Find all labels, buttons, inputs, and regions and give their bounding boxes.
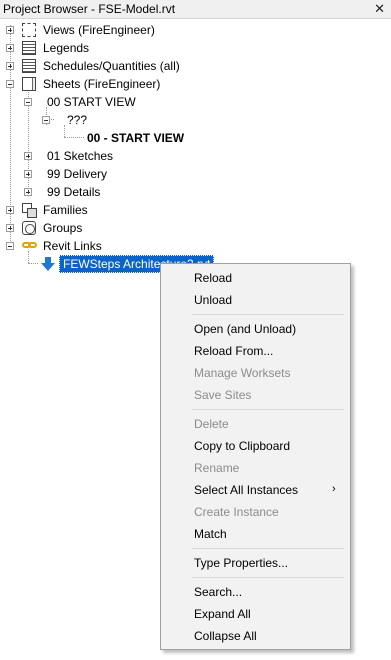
- menu-type-properties[interactable]: Type Properties...: [194, 553, 288, 573]
- tree-item-legends[interactable]: Legends: [0, 39, 200, 57]
- expand-icon[interactable]: [6, 26, 14, 34]
- tree-item-sketches[interactable]: 01 Sketches: [0, 147, 200, 165]
- groups-icon: [22, 221, 36, 235]
- tree-item-views[interactable]: Views (FireEngineer): [0, 21, 200, 39]
- menu-delete: Delete: [194, 417, 229, 431]
- tree-item-sheets[interactable]: Sheets (FireEngineer): [0, 75, 200, 93]
- collapse-icon[interactable]: [42, 116, 50, 124]
- menu-separator: [192, 314, 344, 315]
- tree-item-label: Legends: [43, 41, 90, 55]
- menu-separator: [192, 577, 344, 578]
- tree-item-label: ???: [67, 113, 88, 127]
- tree-item-label: 01 Sketches: [47, 149, 114, 163]
- menu-copy-to-clipboard[interactable]: Copy to Clipboard: [194, 436, 290, 456]
- context-menu: Reload Unload Open (and Unload) Reload F…: [160, 263, 351, 650]
- expand-icon[interactable]: [6, 62, 14, 70]
- tree-item-label: 00 START VIEW: [47, 95, 136, 109]
- blue-down-arrow-icon: [41, 257, 55, 271]
- menu-match[interactable]: Match: [194, 524, 227, 544]
- tree-item-label: 99 Details: [47, 185, 101, 199]
- close-icon[interactable]: ✕: [374, 1, 385, 17]
- collapse-icon[interactable]: [24, 98, 32, 106]
- menu-expand-all[interactable]: Expand All: [194, 604, 251, 624]
- tree-item-start-view-sheet[interactable]: 00 - START VIEW: [0, 129, 220, 147]
- expand-icon[interactable]: [6, 206, 14, 214]
- views-icon: [22, 23, 36, 37]
- tree-item-label: Schedules/Quantities (all): [43, 59, 180, 73]
- menu-separator: [192, 409, 344, 410]
- tree-item-revit-links[interactable]: Revit Links: [0, 237, 200, 255]
- menu-save-sites: Save Sites: [194, 388, 252, 402]
- menu-separator: [192, 548, 344, 549]
- tree-item-unknown[interactable]: ???: [0, 111, 200, 129]
- menu-unload[interactable]: Unload: [194, 290, 232, 310]
- expand-icon[interactable]: [24, 188, 32, 196]
- menu-select-all-instances[interactable]: Select All Instances: [194, 480, 298, 500]
- menu-open-and-unload[interactable]: Open (and Unload): [194, 319, 296, 339]
- tree-item-label: Views (FireEngineer): [43, 23, 155, 37]
- collapse-icon[interactable]: [6, 242, 14, 250]
- tree-item-groups[interactable]: Groups: [0, 219, 200, 237]
- tree-item-label: 99 Delivery: [47, 167, 108, 181]
- tree-item-label: Sheets (FireEngineer): [43, 77, 161, 91]
- menu-rename: Rename: [194, 461, 240, 475]
- submenu-arrow-icon: ›: [332, 483, 336, 495]
- tree-item-label: 00 - START VIEW: [87, 131, 185, 145]
- link-chain-icon: [22, 240, 38, 250]
- expand-icon[interactable]: [6, 44, 14, 52]
- tree-item-label: Families: [43, 203, 88, 217]
- menu-create-instance: Create Instance: [194, 505, 279, 519]
- collapse-icon[interactable]: [6, 80, 14, 88]
- tree-item-schedules[interactable]: Schedules/Quantities (all): [0, 57, 200, 75]
- tree-item-delivery[interactable]: 99 Delivery: [0, 165, 200, 183]
- menu-manage-worksets: Manage Worksets: [194, 366, 291, 380]
- tree-item-families[interactable]: Families: [0, 201, 200, 219]
- tree-item-label: Revit Links: [43, 239, 102, 253]
- tree-item-details[interactable]: 99 Details: [0, 183, 200, 201]
- expand-icon[interactable]: [24, 152, 32, 160]
- panel-title: Project Browser - FSE-Model.rvt: [3, 2, 176, 16]
- schedules-icon: [22, 59, 36, 73]
- expand-icon[interactable]: [6, 224, 14, 232]
- menu-search[interactable]: Search...: [194, 582, 242, 602]
- sheets-icon: [22, 77, 36, 91]
- expand-icon[interactable]: [24, 170, 32, 178]
- families-icon: [22, 203, 37, 218]
- menu-reload-from[interactable]: Reload From...: [194, 341, 273, 361]
- legends-icon: [22, 41, 36, 55]
- tree-item-sheet-group-start[interactable]: 00 START VIEW: [0, 93, 200, 111]
- menu-collapse-all[interactable]: Collapse All: [194, 626, 257, 646]
- menu-reload[interactable]: Reload: [194, 268, 232, 288]
- project-browser-title-bar: Project Browser - FSE-Model.rvt ✕: [0, 0, 391, 19]
- tree-item-label: Groups: [43, 221, 83, 235]
